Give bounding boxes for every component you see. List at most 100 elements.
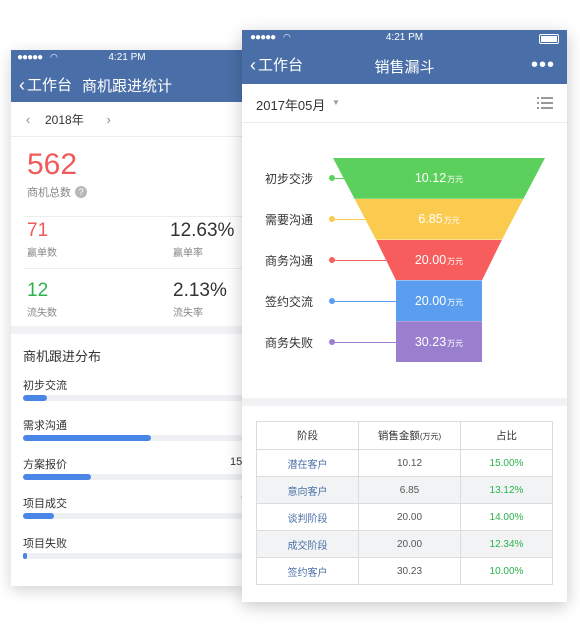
table-row: 潜在客户 10.12 15.00% [256, 449, 553, 477]
funnel-connector [335, 260, 386, 261]
total-opportunities-label: 商机总数 ? [27, 184, 87, 200]
sales-funnel: 10.12 万元 初步交涉 6.85 万元 需要沟通 20.00 万元 商务沟通 20.00 万元签… [242, 122, 567, 400]
stage-cell: 意向客户 [256, 476, 359, 504]
stage-name: 需求沟通 [23, 420, 67, 432]
follow-up-stats-screen: ●●●●● ◠ 4:21 PM ‹ 工作台 商机跟进统计 ‹ 2018年 › 5… [11, 50, 243, 586]
funnel-label: 商务失败 [265, 335, 314, 350]
progress-track [23, 435, 243, 441]
won-count-value: 71 [27, 220, 49, 241]
table-row: 成交阶段 20.00 12.34% [256, 530, 553, 558]
table-row: 意向客户 6.85 13.12% [256, 476, 553, 504]
loss-rate-value: 2.13% [173, 280, 227, 301]
column-header-share: 占比 [460, 421, 553, 450]
funnel-value: 6.85 [418, 212, 443, 227]
page-title: 商机跟进统计 [81, 78, 172, 95]
table-row: 签约客户 30.23 10.00% [256, 557, 553, 585]
progress-fill [23, 395, 48, 401]
status-time: 4:21 PM [108, 52, 146, 63]
progress-track [23, 553, 243, 559]
funnel-connector [335, 341, 396, 343]
progress-fill [23, 513, 54, 519]
funnel-connector [335, 178, 344, 180]
funnel-label: 签约交流 [265, 294, 314, 309]
funnel-label: 初步交涉 [265, 172, 314, 187]
help-icon[interactable]: ? [75, 186, 87, 198]
amount-cell: 30.23 [358, 557, 461, 585]
win-rate-label: 赢单率 [173, 248, 203, 259]
section-separator [242, 398, 567, 406]
funnel-value: 10.12 [414, 171, 447, 186]
nav-bar: ‹ 工作台 商机跟进统计 [11, 66, 243, 102]
column-header-stage: 阶段 [256, 421, 359, 450]
caret-down-icon: ▼ [332, 98, 340, 107]
sales-funnel-screen: ●●●●● ◠ 4:21 PM ‹ 工作台 销售漏斗 ••• 2017年05月 … [242, 30, 567, 602]
list-icon[interactable] [537, 96, 553, 110]
stage-cell: 成交阶段 [256, 530, 359, 558]
battery-icon [539, 34, 559, 44]
month-selector[interactable]: 2017年05月 ▼ [242, 84, 567, 123]
funnel-label: 商务沟通 [265, 254, 314, 268]
amount-header-unit: (万元) [419, 432, 442, 441]
funnel-unit: 万元 [447, 338, 464, 348]
share-cell: 15.00% [460, 449, 553, 477]
prev-year-button[interactable]: ‹ [19, 112, 37, 127]
funnel-stage: 10.12 万元 [333, 158, 545, 199]
month-label: 2017年05月 [256, 98, 326, 113]
stage-cell: 签约客户 [256, 557, 359, 585]
amount-cell: 6.85 [358, 476, 461, 504]
stage-name: 方案报价 [23, 459, 67, 471]
loss-rate-label: 流失率 [173, 308, 203, 319]
progress-track [23, 474, 243, 480]
column-header-amount: 销售金额(万元) [358, 421, 461, 450]
funnel-value: 20.00 [414, 293, 447, 308]
funnel-connector [335, 300, 396, 302]
status-time: 4:21 PM [385, 32, 424, 43]
nav-bar: ‹ 工作台 销售漏斗 ••• [242, 46, 567, 84]
share-cell: 12.34% [460, 530, 553, 558]
funnel-value: 30.23 [414, 334, 447, 349]
share-cell: 14.00% [460, 503, 553, 531]
funnel-value: 20.00 [414, 252, 447, 267]
funnel-unit: 万元 [447, 297, 464, 307]
amount-cell: 20.00 [358, 503, 461, 531]
amount-cell: 10.12 [358, 449, 461, 477]
funnel-unit: 万元 [443, 216, 460, 226]
funnel-unit: 万元 [447, 175, 464, 185]
divider [23, 216, 243, 217]
funnel-table: 阶段 销售金额(万元) 占比 潜在客户 10.12 15.00% 意向客户 6.… [256, 421, 553, 585]
progress-fill [23, 474, 92, 480]
total-label-text: 商机总数 [27, 187, 71, 199]
divider [23, 268, 243, 269]
funnel-connector [335, 219, 366, 221]
status-bar: ●●●●● ◠ 4:21 PM [11, 50, 243, 66]
lost-count-value: 12 [27, 280, 49, 301]
funnel-stage: 20.00 万元 [376, 239, 502, 281]
status-bar: ●●●●● ◠ 4:21 PM [242, 30, 567, 46]
funnel-stage: 6.85 万元 [354, 198, 524, 240]
distribution-title: 商机跟进分布 [23, 349, 102, 364]
stage-name: 初步交流 [23, 380, 67, 392]
stage-cell: 谈判阶段 [256, 503, 359, 531]
progress-fill [23, 553, 28, 559]
section-separator [11, 326, 243, 334]
table-row: 谈判阶段 20.00 14.00% [256, 503, 553, 531]
funnel-stage: 20.00 万元 [396, 280, 482, 322]
share-cell: 10.00% [460, 557, 553, 585]
stage-name: 项目成交 [23, 498, 67, 510]
year-selector: ‹ 2018年 › [11, 102, 243, 137]
funnel-unit: 万元 [447, 256, 464, 266]
stage-name: 项目失败 [23, 538, 67, 550]
more-icon[interactable]: ••• [531, 54, 555, 77]
progress-track [23, 395, 243, 401]
next-year-button[interactable]: › [100, 112, 118, 127]
share-cell: 13.12% [460, 476, 553, 504]
table-header-row: 阶段 销售金额(万元) 占比 [256, 421, 553, 450]
win-rate-value: 12.63% [170, 220, 235, 241]
year-label: 2018年 [45, 112, 84, 127]
lost-count-label: 流失数 [27, 308, 57, 319]
page-title: 销售漏斗 [374, 59, 435, 76]
won-count-label: 赢单数 [27, 248, 57, 259]
progress-fill [23, 435, 151, 441]
amount-header-text: 销售金额 [377, 430, 420, 442]
total-opportunities-value: 562 [27, 148, 78, 181]
